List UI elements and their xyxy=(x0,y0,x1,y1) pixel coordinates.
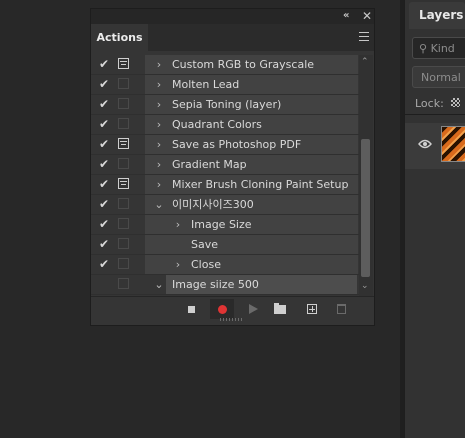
layer-filter-kind[interactable]: ⚲ Kind xyxy=(412,37,465,59)
action-row[interactable]: ✔ ⌄ 이미지사이즈300 xyxy=(91,195,359,215)
chevron-right-icon[interactable]: › xyxy=(154,155,164,174)
toggle-item-checkmark-icon[interactable]: ✔ xyxy=(99,257,109,271)
action-label: Save as Photoshop PDF xyxy=(172,138,302,151)
action-label: Molten Lead xyxy=(172,78,240,91)
panel-resize-grip[interactable] xyxy=(220,318,242,321)
lock-label: Lock: xyxy=(415,97,444,110)
layer-thumbnail[interactable] xyxy=(441,126,465,162)
chevron-right-icon[interactable]: › xyxy=(154,75,164,94)
eye-icon[interactable] xyxy=(418,139,432,149)
toggle-item-checkmark-icon[interactable]: ✔ xyxy=(99,197,109,211)
tab-actions[interactable]: Actions xyxy=(91,24,148,51)
action-row[interactable]: ✔ › Mixer Brush Cloning Paint Setup xyxy=(91,175,359,195)
toggle-item-checkmark-icon[interactable]: ✔ xyxy=(99,177,109,191)
row-divider xyxy=(91,294,359,295)
action-row[interactable]: ✔ › Save as Photoshop PDF xyxy=(91,135,359,155)
action-label: 이미지사이즈300 xyxy=(172,198,254,211)
create-new-set-button[interactable] xyxy=(268,299,292,319)
toggle-dialog-icon[interactable] xyxy=(118,118,129,129)
actions-panel: « ✕ Actions ✔ › Custom RGB to Grayscale ✔ › M… xyxy=(90,8,375,326)
row-background xyxy=(145,235,358,254)
search-icon: ⚲ xyxy=(419,42,428,55)
divider xyxy=(405,114,465,115)
record-button[interactable] xyxy=(210,299,234,319)
action-label: Image Size xyxy=(191,218,252,231)
chevron-right-icon[interactable]: › xyxy=(173,255,183,274)
action-label: Close xyxy=(191,258,221,271)
scroll-down-icon[interactable]: ⌄ xyxy=(361,281,369,291)
action-label: Image siize 500 xyxy=(172,278,259,291)
action-label: Save xyxy=(191,238,219,251)
toggle-dialog-icon[interactable] xyxy=(118,58,129,69)
action-row[interactable]: ✔⌄Image siize 500 xyxy=(91,275,359,295)
tab-layers[interactable]: Layers xyxy=(409,2,465,29)
chevron-right-icon[interactable]: › xyxy=(154,55,164,74)
toggle-item-checkmark-icon[interactable]: ✔ xyxy=(99,77,109,91)
chevron-right-icon[interactable]: › xyxy=(154,115,164,134)
add-icon xyxy=(307,304,317,314)
trash-icon xyxy=(336,304,346,314)
stop-recording-button[interactable] xyxy=(179,299,203,319)
action-label: Mixer Brush Cloning Paint Setup xyxy=(172,178,349,191)
chevron-right-icon[interactable]: › xyxy=(154,135,164,154)
panel-title-bar[interactable]: « ✕ xyxy=(91,9,374,24)
action-label: Sepia Toning (layer) xyxy=(172,98,282,111)
close-icon[interactable]: ✕ xyxy=(362,9,372,23)
action-row[interactable]: ✔ › Image Size xyxy=(91,215,359,235)
folder-icon xyxy=(274,302,286,314)
record-icon xyxy=(217,304,227,314)
toggle-dialog-icon[interactable] xyxy=(118,158,129,169)
toggle-dialog-icon[interactable] xyxy=(118,238,129,249)
panel-tab-bar: Actions xyxy=(91,24,374,51)
chevron-down-icon[interactable]: ⌄ xyxy=(154,275,164,294)
action-row[interactable]: ✔ › Gradient Map xyxy=(91,155,359,175)
action-row[interactable]: ✔ › Quadrant Colors xyxy=(91,115,359,135)
blend-mode-select[interactable]: Normal xyxy=(412,66,465,88)
toggle-dialog-icon[interactable] xyxy=(118,218,129,229)
create-new-action-button[interactable] xyxy=(300,299,324,319)
action-row[interactable]: ✔ › Custom RGB to Grayscale xyxy=(91,55,359,75)
action-row[interactable]: ✔ › Molten Lead xyxy=(91,75,359,95)
toggle-dialog-icon[interactable] xyxy=(118,138,129,149)
action-row[interactable]: ✔ › Sepia Toning (layer) xyxy=(91,95,359,115)
toggle-item-checkmark-icon[interactable]: ✔ xyxy=(99,237,109,251)
toggle-item-checkmark-icon[interactable]: ✔ xyxy=(99,57,109,71)
action-row[interactable]: ✔ Save xyxy=(91,235,359,255)
toggle-item-checkmark-icon[interactable]: ✔ xyxy=(99,97,109,111)
scroll-up-icon[interactable]: ⌃ xyxy=(361,57,369,67)
toggle-item-checkmark-icon[interactable]: ✔ xyxy=(99,117,109,131)
kind-label: Kind xyxy=(430,42,455,55)
stop-icon xyxy=(187,305,195,313)
delete-button[interactable] xyxy=(329,299,353,319)
action-row[interactable]: ✔ › Close xyxy=(91,255,359,275)
panel-menu-icon[interactable] xyxy=(359,32,369,41)
toggle-dialog-icon[interactable] xyxy=(118,278,129,289)
collapse-icon[interactable]: « xyxy=(343,10,350,21)
toggle-dialog-icon[interactable] xyxy=(118,258,129,269)
toggle-dialog-icon[interactable] xyxy=(118,98,129,109)
scrollbar[interactable]: ⌃ ⌄ xyxy=(359,55,373,296)
action-label: Quadrant Colors xyxy=(172,118,262,131)
lock-transparency-icon[interactable] xyxy=(451,98,460,107)
action-label: Gradient Map xyxy=(172,158,247,171)
chevron-right-icon[interactable]: › xyxy=(154,95,164,114)
play-icon xyxy=(248,304,258,314)
toggle-dialog-icon[interactable] xyxy=(118,78,129,89)
actions-list: ✔ › Custom RGB to Grayscale ✔ › Molten Lead ✔ ›… xyxy=(91,55,359,295)
chevron-down-icon[interactable]: ⌄ xyxy=(154,195,164,214)
toggle-item-checkmark-icon[interactable]: ✔ xyxy=(99,217,109,231)
action-label: Custom RGB to Grayscale xyxy=(172,58,315,71)
play-selection-button[interactable] xyxy=(241,299,265,319)
scrollbar-thumb[interactable] xyxy=(361,139,370,277)
toggle-item-checkmark-icon[interactable]: ✔ xyxy=(99,157,109,171)
toggle-dialog-icon[interactable] xyxy=(118,198,129,209)
toggle-dialog-icon[interactable] xyxy=(118,178,129,189)
chevron-right-icon[interactable]: › xyxy=(173,215,183,234)
toggle-item-checkmark-icon[interactable]: ✔ xyxy=(99,137,109,151)
chevron-right-icon[interactable]: › xyxy=(154,175,164,194)
